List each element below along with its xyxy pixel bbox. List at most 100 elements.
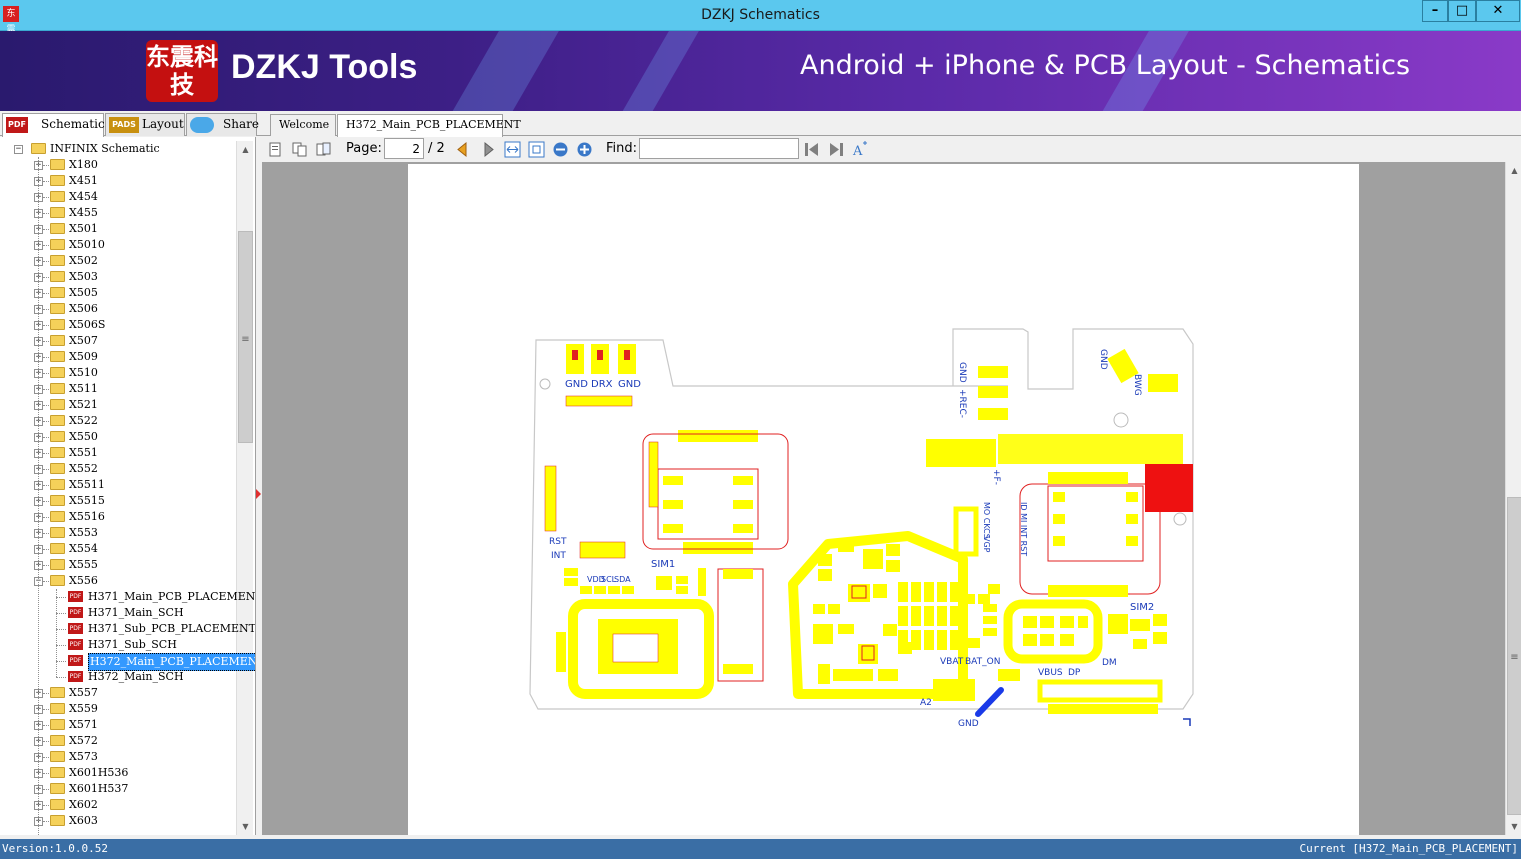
page-number-input[interactable] [384, 138, 424, 159]
tree-folder[interactable]: + X507 [0, 333, 234, 349]
tree-folder[interactable]: + X506S [0, 317, 234, 333]
brand-name: DZKJ Tools [231, 48, 418, 86]
pdf-icon: PDF [6, 117, 28, 133]
scroll-down-arrow-icon[interactable]: ▼ [1506, 818, 1521, 835]
tree-scrollbar[interactable]: ▲ ≡ ▼ [236, 141, 253, 835]
tree-folder[interactable]: + X455 [0, 205, 234, 221]
maximize-button[interactable]: □ [1448, 0, 1476, 22]
find-next-icon[interactable] [828, 141, 845, 158]
tree-file[interactable]: PDF H371_Sub_PCB_PLACEMENT [0, 621, 255, 637]
close-button[interactable]: ✕ [1476, 0, 1520, 22]
tree-root[interactable]: − INFINIX Schematic [0, 141, 234, 157]
tree-folder[interactable]: + X557 [0, 685, 234, 701]
tree-file[interactable]: PDF H372_Main_SCH [0, 669, 234, 685]
tree-folder[interactable]: + X521 [0, 397, 234, 413]
copy-icon[interactable] [291, 141, 308, 158]
tree-folder[interactable]: + X509 [0, 349, 234, 365]
folder-icon [50, 527, 65, 538]
tree-folder[interactable]: + X5516 [0, 509, 234, 525]
tab-schematic[interactable]: PDF Schematic [2, 113, 105, 137]
banner-stripe [599, 31, 711, 111]
tree-folder[interactable]: + X603 [0, 813, 234, 829]
tree-connector [43, 485, 49, 486]
tree-folder[interactable]: + X522 [0, 413, 234, 429]
minimize-button[interactable]: – [1422, 0, 1448, 22]
pages-icon[interactable] [315, 141, 332, 158]
highlight-text-icon[interactable]: A [852, 141, 869, 158]
tree-folder[interactable]: + X555 [0, 557, 234, 573]
tree-folder[interactable]: + X550 [0, 429, 234, 445]
tab-label: Layout [142, 117, 184, 131]
tree-folder[interactable]: + X554 [0, 541, 234, 557]
viewer-scrollbar[interactable]: ▲ ≡ ▼ [1505, 162, 1521, 835]
banner: 东震科技 DZKJ Tools Android + iPhone & PCB L… [0, 31, 1521, 111]
tree-folder[interactable]: + X502 [0, 253, 234, 269]
schematic-tree[interactable]: ▲ ≡ ▼ − INFINIX Schematic + X180 + X451 + X454 +… [0, 137, 256, 835]
tree-folder[interactable]: + X553 [0, 525, 234, 541]
folder-icon [50, 239, 65, 250]
component-cluster [813, 542, 912, 684]
open-file-icon[interactable] [267, 141, 284, 158]
tree-connector [43, 261, 49, 262]
prev-page-icon[interactable] [454, 141, 471, 158]
tree-connector [43, 421, 49, 422]
tree-folder[interactable]: + X180 [0, 157, 234, 173]
pad [723, 569, 753, 579]
zoom-out-icon[interactable] [552, 141, 569, 158]
tree-folder[interactable]: + X5511 [0, 477, 234, 493]
tree-folder[interactable]: + X5515 [0, 493, 234, 509]
find-input[interactable] [639, 138, 799, 159]
fit-page-icon[interactable] [528, 141, 545, 158]
find-previous-icon[interactable] [803, 141, 820, 158]
tree-file[interactable]: PDF H371_Main_PCB_PLACEMENT [0, 589, 255, 605]
tree-folder[interactable]: + X572 [0, 733, 234, 749]
mount-hole [539, 378, 551, 390]
tree-connector [43, 533, 49, 534]
collapse-icon[interactable]: − [14, 145, 23, 154]
tree-folder[interactable]: + X5010 [0, 237, 234, 253]
tree-folder[interactable]: + X601H536 [0, 765, 234, 781]
scroll-down-arrow-icon[interactable]: ▼ [237, 818, 254, 835]
tree-folder-open[interactable]: − X556 [0, 573, 234, 589]
tree-folder[interactable]: + X571 [0, 717, 234, 733]
svg-text:A: A [852, 144, 863, 158]
tree-file[interactable]: PDF H371_Sub_SCH [0, 637, 234, 653]
component-cluster [564, 568, 706, 596]
tree-folder[interactable]: + X503 [0, 269, 234, 285]
zoom-in-icon[interactable] [576, 141, 593, 158]
folder-icon [50, 799, 65, 810]
tree-file[interactable]: PDF H371_Main_SCH [0, 605, 234, 621]
tree-folder[interactable]: + X552 [0, 461, 234, 477]
tree-folder[interactable]: + X506 [0, 301, 234, 317]
next-page-icon[interactable] [480, 141, 497, 158]
tree-connector [43, 821, 49, 822]
pad [1126, 536, 1138, 546]
tab-share[interactable]: Share [186, 113, 259, 136]
tree-folder[interactable]: + X451 [0, 173, 234, 189]
pdf-file-icon: PDF [68, 655, 83, 666]
fit-width-icon[interactable] [504, 141, 521, 158]
tree-folder[interactable]: + X601H537 [0, 781, 234, 797]
tree-folder[interactable]: + X505 [0, 285, 234, 301]
tree-folder[interactable]: + X602 [0, 797, 234, 813]
pad [978, 386, 1008, 398]
tree-connector [43, 805, 49, 806]
tree-folder[interactable]: + X511 [0, 381, 234, 397]
tree-folder[interactable]: + X559 [0, 701, 234, 717]
scroll-up-arrow-icon[interactable]: ▲ [1506, 162, 1521, 179]
tab-label: Share [223, 117, 259, 131]
doc-tab-h372-main-pcb-placement[interactable]: H372_Main_PCB_PLACEMENT✕ [337, 114, 521, 151]
tree-folder[interactable]: + X573 [0, 749, 234, 765]
tree-item-label: X455 [69, 206, 98, 219]
document-viewer[interactable]: GND DRX GND RST INT SIM1 VDD SCL SDA GND… [262, 162, 1521, 835]
scroll-up-arrow-icon[interactable]: ▲ [237, 141, 254, 158]
collapse-arrow-icon[interactable] [256, 489, 261, 499]
pad [1053, 514, 1065, 524]
tree-file[interactable]: PDF H372_Main_PCB_PLACEMENT [0, 653, 255, 671]
tab-layout[interactable]: PADS Layout [105, 113, 185, 136]
doc-tab-welcome[interactable]: Welcome [270, 114, 336, 136]
tree-folder[interactable]: + X510 [0, 365, 234, 381]
tree-folder[interactable]: + X454 [0, 189, 234, 205]
tree-folder[interactable]: + X501 [0, 221, 234, 237]
tree-folder[interactable]: + X551 [0, 445, 234, 461]
